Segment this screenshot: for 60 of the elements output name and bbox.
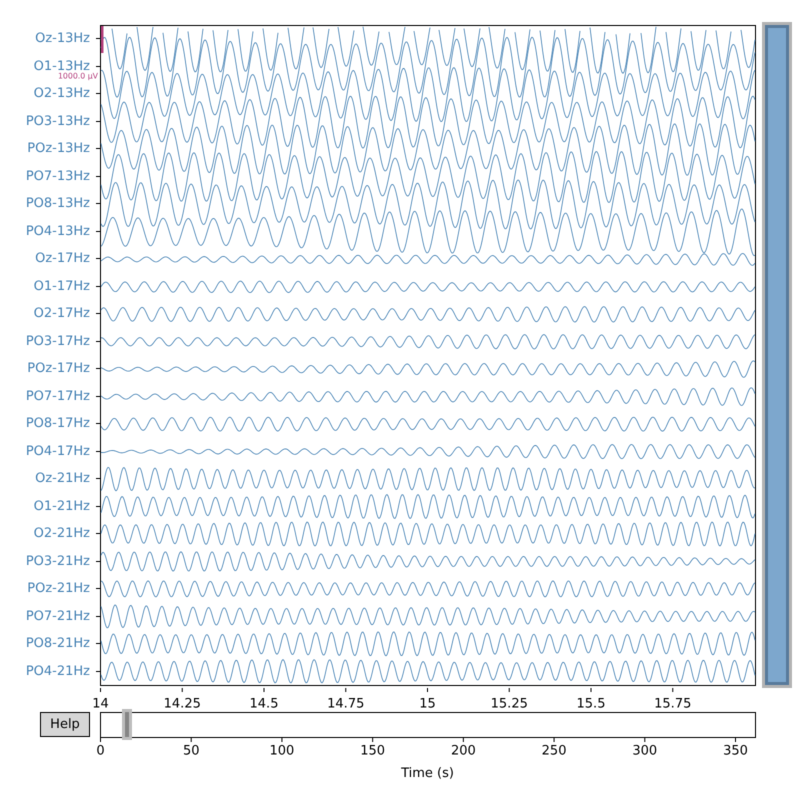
- help-button[interactable]: Help: [40, 712, 90, 737]
- channel-label: O2-13Hz: [34, 87, 90, 100]
- axis-tick-label: 15.25: [490, 696, 528, 712]
- channel-label: Oz-13Hz: [35, 32, 90, 46]
- channel-label: POz-21Hz: [27, 582, 90, 596]
- axis-tick-label: 150: [360, 744, 386, 758]
- axis-tick-label: 50: [182, 744, 200, 758]
- channel-label: PO7-13Hz: [26, 170, 90, 183]
- channel-label: PO4-13Hz: [26, 224, 90, 238]
- channel-label: O1-21Hz: [34, 500, 90, 513]
- channel-label: PO7-17Hz: [26, 390, 90, 403]
- axis-tick-label: 250: [542, 744, 566, 758]
- scrollbar-thumb[interactable]: [122, 709, 132, 740]
- axis-tick-label: 15.5: [576, 696, 606, 712]
- channel-label: Oz-21Hz: [35, 472, 90, 486]
- tick-mark: [100, 688, 101, 692]
- channel-label: O2-17Hz: [34, 307, 90, 320]
- channel-label: PO7-21Hz: [26, 610, 90, 623]
- tick-mark: [427, 688, 428, 692]
- tick-mark: [345, 688, 346, 692]
- tick-mark: [644, 738, 646, 742]
- channel-label: POz-17Hz: [27, 362, 90, 376]
- axis-tick-label: 14: [92, 696, 109, 712]
- tick-mark: [735, 738, 736, 742]
- channel-label: PO8-21Hz: [26, 637, 90, 650]
- axis-tick-label: 14.25: [164, 696, 201, 712]
- axis-tick-label: 200: [450, 744, 476, 758]
- axis-tick-label: 15.75: [654, 696, 692, 712]
- channel-label: Oz-17Hz: [35, 252, 90, 266]
- axis-label: Time (s): [401, 767, 454, 780]
- channel-label: POz-13Hz: [27, 142, 90, 156]
- channel-label: PO3-21Hz: [26, 554, 90, 568]
- channel-label: O1-17Hz: [34, 280, 90, 293]
- tick-mark: [672, 688, 674, 692]
- axis-tick-label: 14.75: [327, 696, 364, 712]
- channel-label: PO8-17Hz: [26, 417, 90, 430]
- tick-mark: [281, 738, 282, 742]
- tick-mark: [590, 688, 592, 692]
- axis-tick-label: 100: [270, 744, 294, 758]
- tick-mark: [554, 738, 555, 742]
- tick-mark: [462, 738, 464, 742]
- channel-label: PO8-13Hz: [26, 197, 90, 210]
- axis-tick-label: 15: [419, 696, 436, 712]
- channel-label: O2-21Hz: [34, 527, 90, 540]
- tick-mark: [190, 738, 192, 742]
- tick-mark: [100, 738, 101, 742]
- channel-label: O1-13Hz: [34, 60, 90, 73]
- time-scrollbar[interactable]: [100, 712, 756, 738]
- axis-tick-label: 0: [96, 744, 105, 758]
- axis-tick-label: 14.5: [250, 696, 278, 712]
- tick-mark: [508, 688, 510, 692]
- axis-tick-label: 300: [632, 744, 658, 758]
- channel-label: PO4-21Hz: [26, 664, 90, 678]
- axis-tick-label: 350: [723, 744, 748, 758]
- channel-label: PO3-17Hz: [26, 334, 90, 348]
- tick-mark: [372, 738, 374, 742]
- tick-mark: [182, 688, 183, 692]
- scale-bar: [101, 26, 104, 53]
- channel-label: PO3-13Hz: [26, 114, 90, 128]
- channel-label: PO4-17Hz: [26, 444, 90, 458]
